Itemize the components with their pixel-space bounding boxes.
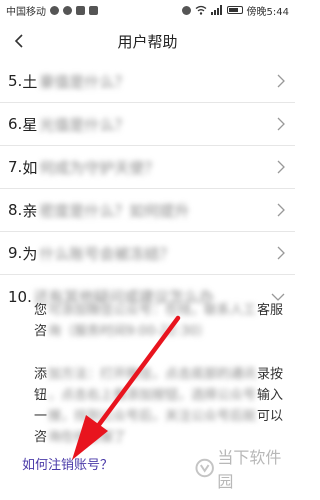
answer-line: 您可添加微信公众号：在线，联系人工客服 bbox=[34, 300, 283, 321]
faq-question: 7. 如 何成为守护天使？ bbox=[8, 157, 159, 178]
wifi-icon bbox=[195, 5, 206, 15]
chat-icon bbox=[50, 5, 59, 15]
clock-label: 傍晚5:44 bbox=[246, 6, 289, 18]
answer-text: 录按 bbox=[257, 367, 284, 382]
faq-answer: 您可添加微信公众号：在线，联系人工客服 咨询（服务时间9:00-22:30） 添… bbox=[0, 300, 295, 448]
answer-text: 可以 bbox=[257, 409, 284, 424]
faq-text-blurred: 何成为守护天使？ bbox=[39, 158, 160, 177]
faq-text-blurred: 豪值是什么？ bbox=[39, 72, 130, 91]
answer-text: 钮 bbox=[34, 388, 48, 403]
faq-number: 7. bbox=[8, 158, 23, 176]
signal-icon bbox=[210, 5, 222, 15]
faq-text-blurred: 密度是什么？如何提升 bbox=[39, 201, 190, 220]
chevron-right-icon bbox=[277, 203, 285, 217]
chevron-right-icon bbox=[277, 246, 285, 260]
answer-line: 钮，点击右上角添加按钮，选择公众号输入 bbox=[34, 385, 283, 406]
faq-question: 9. 为 什么账号会被冻结？ bbox=[8, 243, 174, 264]
answer-text-blurred: 询（服务时间9:00-22:30） bbox=[48, 324, 211, 339]
answer-text-blurred: ，点击右上角添加按钮，选择公众号 bbox=[48, 388, 257, 403]
faq-question: 5. 土 豪值是什么？ bbox=[8, 71, 129, 92]
answer-text: 输入 bbox=[257, 388, 284, 403]
answer-text-blurred: 搜，找到公众号后，关注公众号后就 bbox=[48, 409, 257, 424]
answer-text: 添 bbox=[34, 367, 48, 382]
faq-item-9[interactable]: 9. 为 什么账号会被冻结？ bbox=[0, 232, 295, 275]
answer-line: 咨询（服务时间9:00-22:30） bbox=[34, 321, 277, 342]
carrier-label: 中国移动 bbox=[6, 6, 46, 18]
faq-text-blurred: 光值是什么？ bbox=[39, 115, 130, 134]
answer-gap bbox=[34, 342, 277, 364]
alarm-icon bbox=[181, 5, 191, 15]
faq-text: 亲 bbox=[22, 201, 38, 220]
chevron-right-icon bbox=[277, 74, 285, 88]
faq-item-8[interactable]: 8. 亲 密度是什么？如何提升 bbox=[0, 189, 295, 232]
answer-text: 一 bbox=[34, 409, 48, 424]
battery-icon bbox=[226, 6, 243, 14]
faq-text: 土 bbox=[22, 72, 38, 91]
message-icon bbox=[63, 5, 72, 15]
chevron-left-icon bbox=[14, 34, 23, 48]
faq-text: 如 bbox=[22, 158, 38, 177]
answer-text: 咨 bbox=[34, 430, 48, 445]
faq-text: 星 bbox=[22, 115, 38, 134]
answer-text: 咨 bbox=[34, 324, 48, 339]
nav-bar: 用户帮助 bbox=[0, 22, 295, 60]
faq-text-blurred: 什么账号会被冻结？ bbox=[39, 244, 175, 263]
faq-question: 8. 亲 密度是什么？如何提升 bbox=[8, 200, 189, 221]
answer-text: 客服 bbox=[257, 303, 284, 318]
faq-number: 9. bbox=[8, 244, 23, 262]
answer-line: 添加方法：打开微信，点击底部的通讯录按 bbox=[34, 364, 283, 385]
faq-number: 5. bbox=[8, 72, 23, 90]
faq-number: 6. bbox=[8, 115, 23, 133]
answer-text-blurred: 可添加微信公众号：在线，联系人工 bbox=[48, 303, 257, 318]
chevron-right-icon bbox=[277, 160, 285, 174]
watermark-text: 当下软件园 bbox=[217, 448, 282, 491]
answer-text: 您 bbox=[34, 303, 48, 318]
faq-number: 8. bbox=[8, 201, 23, 219]
app-icon bbox=[76, 5, 85, 15]
status-bar: 中国移动 傍晚5:44 bbox=[0, 0, 295, 20]
cancel-account-link[interactable]: 如何注销账号？ bbox=[22, 454, 113, 473]
faq-item-5[interactable]: 5. 土 豪值是什么？ bbox=[0, 60, 295, 103]
logo-icon bbox=[195, 458, 214, 478]
faq-item-7[interactable]: 7. 如 何成为守护天使？ bbox=[0, 146, 295, 189]
faq-text: 为 bbox=[22, 244, 38, 263]
answer-text-blurred: 询在线客服了 bbox=[48, 430, 127, 445]
notification-icon bbox=[89, 5, 98, 15]
answer-text-blurred: 加方法：打开微信，点击底部的通讯 bbox=[48, 367, 257, 382]
chevron-right-icon bbox=[277, 117, 285, 131]
back-button[interactable] bbox=[6, 26, 32, 56]
watermark: 当下软件园 bbox=[195, 444, 295, 492]
status-right: 傍晚5:44 bbox=[181, 3, 289, 18]
faq-question: 6. 星 光值是什么？ bbox=[8, 114, 129, 135]
status-left: 中国移动 bbox=[6, 3, 98, 18]
page-title: 用户帮助 bbox=[117, 32, 178, 51]
faq-list: 5. 土 豪值是什么？ 6. 星 光值是什么？ 7. 如 何成为守护天使？ 8. bbox=[0, 60, 295, 318]
answer-line: 一搜，找到公众号后，关注公众号后就可以 bbox=[34, 406, 283, 427]
faq-item-6[interactable]: 6. 星 光值是什么？ bbox=[0, 103, 295, 146]
